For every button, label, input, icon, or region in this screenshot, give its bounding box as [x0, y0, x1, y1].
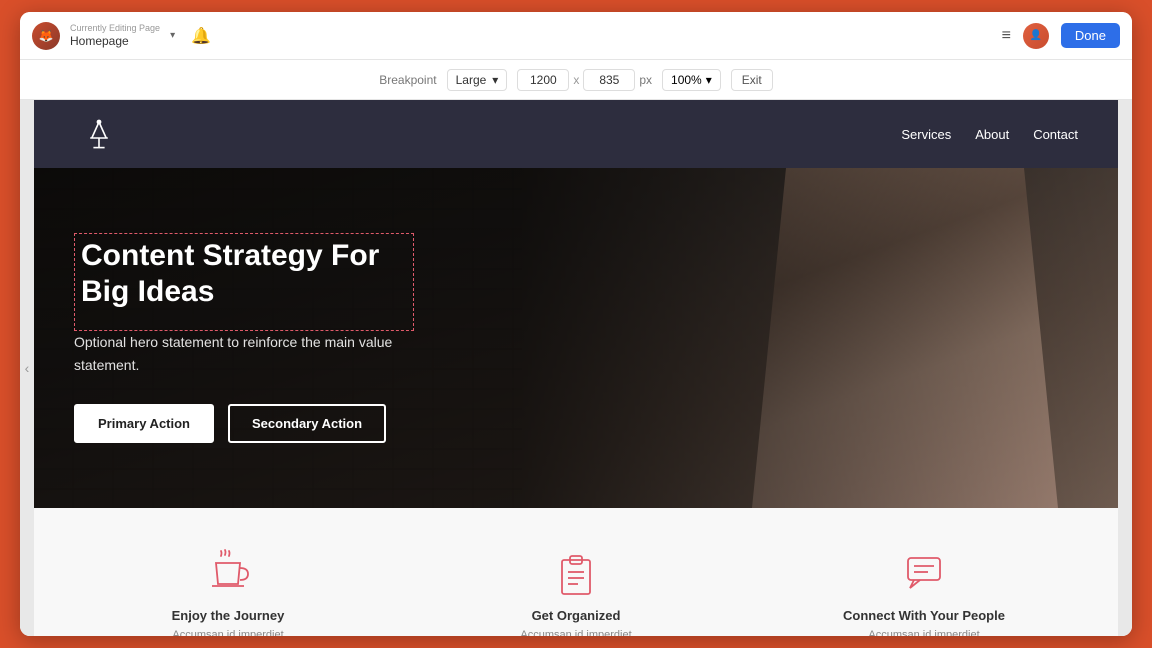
zoom-value: 100% — [671, 73, 702, 87]
chat-icon — [900, 548, 948, 596]
preview-inner: Services About Contact — [34, 100, 1118, 636]
secondary-action-button[interactable]: Secondary Action — [228, 404, 386, 443]
canvas-area: ‹ — [20, 100, 1132, 636]
page-label-group: Currently Editing Page Homepage — [70, 23, 160, 48]
user-avatar[interactable]: 👤 — [1023, 23, 1049, 49]
chevron-down-icon[interactable]: ▾ — [170, 30, 175, 41]
feature-3-desc: Accumsan id imperdiet — [868, 629, 979, 636]
preview-nav: Services About Contact — [34, 100, 1118, 168]
bell-icon[interactable]: 🔔 — [191, 26, 211, 46]
done-button[interactable]: Done — [1061, 23, 1120, 48]
nav-link-about[interactable]: About — [975, 127, 1009, 142]
feature-item-3: Connect With Your People Accumsan id imp… — [834, 548, 1014, 636]
hero-subtitle: Optional hero statement to reinforce the… — [74, 331, 414, 376]
px-label: px — [639, 73, 652, 87]
feature-2-desc: Accumsan id imperdiet — [520, 629, 631, 636]
avatar: 🦊 — [32, 22, 60, 50]
top-bar: 🦊 Currently Editing Page Homepage ▾ 🔔 ≡ … — [20, 12, 1132, 60]
zoom-select[interactable]: 100% ▾ — [662, 69, 721, 91]
nav-link-contact[interactable]: Contact — [1033, 127, 1078, 142]
page-preview[interactable]: Services About Contact — [34, 100, 1118, 636]
hero-buttons: Primary Action Secondary Action — [74, 404, 414, 443]
feature-1-title: Enjoy the Journey — [172, 608, 285, 623]
left-arrow-icon: ‹ — [25, 360, 30, 376]
height-input[interactable] — [583, 69, 635, 91]
feature-item-2: Get Organized Accumsan id imperdiet — [486, 548, 666, 636]
right-scrollbar[interactable] — [1118, 100, 1132, 636]
coffee-icon — [204, 548, 252, 596]
feature-1-desc: Accumsan id imperdiet — [172, 629, 283, 636]
breakpoint-value: Large — [456, 73, 487, 87]
browser-chrome: 🦊 Currently Editing Page Homepage ▾ 🔔 ≡ … — [20, 12, 1132, 636]
hero-content: Content Strategy For Big Ideas Optional … — [34, 193, 454, 483]
zoom-chevron-icon: ▾ — [706, 73, 712, 87]
exit-button[interactable]: Exit — [731, 69, 773, 91]
page-name: Homepage — [70, 34, 160, 48]
hero-title: Content Strategy For Big Ideas — [81, 238, 407, 310]
width-input[interactable] — [517, 69, 569, 91]
left-handle[interactable]: ‹ — [20, 100, 34, 636]
clipboard-icon — [552, 548, 600, 596]
hero-section: Content Strategy For Big Ideas Optional … — [34, 168, 1118, 508]
feature-3-title: Connect With Your People — [843, 608, 1005, 623]
features-section: Enjoy the Journey Accumsan id imperdiet — [34, 508, 1118, 636]
hero-title-selection-box: Content Strategy For Big Ideas — [74, 233, 414, 331]
dimension-separator: x — [573, 73, 579, 87]
nav-logo — [74, 114, 124, 154]
settings-lines-icon[interactable]: ≡ — [1002, 27, 1011, 45]
breakpoint-chevron-icon: ▾ — [492, 73, 498, 87]
nav-links: Services About Contact — [901, 127, 1078, 142]
breakpoint-select[interactable]: Large ▾ — [447, 69, 508, 91]
top-bar-right: ≡ 👤 Done — [1002, 23, 1120, 49]
toolbar-bar: Breakpoint Large ▾ x px 100% ▾ Exit — [20, 60, 1132, 100]
primary-action-button[interactable]: Primary Action — [74, 404, 214, 443]
feature-item-1: Enjoy the Journey Accumsan id imperdiet — [138, 548, 318, 636]
currently-editing-label: Currently Editing Page — [70, 23, 160, 34]
nav-link-services[interactable]: Services — [901, 127, 951, 142]
feature-2-title: Get Organized — [532, 608, 621, 623]
dimension-inputs: x px — [517, 69, 652, 91]
breakpoint-label: Breakpoint — [379, 73, 436, 87]
